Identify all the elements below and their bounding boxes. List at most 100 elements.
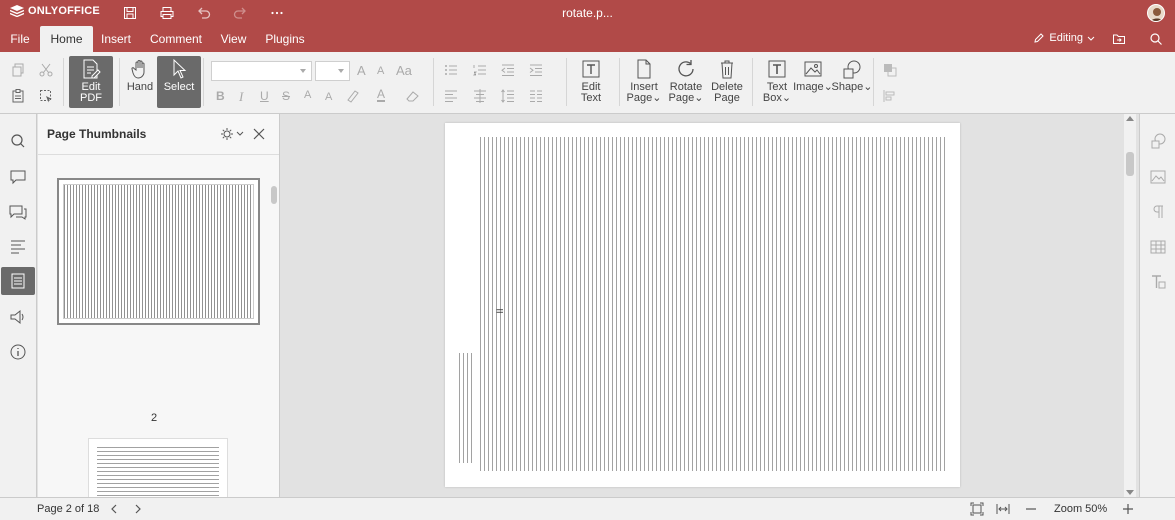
cut-icon[interactable] — [38, 62, 54, 78]
image-settings-icon[interactable] — [1149, 168, 1167, 186]
paste-icon[interactable] — [10, 88, 26, 104]
delete-page-button[interactable]: Delete Page — [705, 56, 749, 108]
edit-pdf-button[interactable]: Edit PDF — [69, 56, 113, 108]
editing-label: Editing — [1049, 32, 1083, 44]
comments-icon[interactable] — [8, 167, 28, 187]
thumbnail-content — [97, 447, 219, 497]
tab-comment[interactable]: Comment — [139, 26, 213, 52]
document-canvas[interactable]: II — [281, 114, 1139, 497]
rotated-text-block — [480, 137, 948, 471]
clear-style-icon[interactable] — [405, 88, 421, 104]
font-color-button[interactable]: A — [377, 88, 386, 102]
bullet-list-icon[interactable] — [443, 62, 459, 78]
document-page[interactable]: II — [445, 123, 960, 487]
decrease-font-button[interactable]: A — [377, 65, 384, 77]
insert-page-icon — [637, 59, 651, 79]
fit-width-icon[interactable] — [996, 502, 1010, 516]
scrollbar-thumb[interactable] — [1126, 152, 1134, 176]
select-tool-button[interactable]: Select — [157, 56, 201, 108]
page-thumbnail-next[interactable] — [88, 438, 228, 497]
about-icon[interactable] — [8, 342, 28, 362]
select-all-icon[interactable] — [38, 88, 54, 104]
close-icon[interactable] — [253, 128, 265, 140]
tab-file[interactable]: File — [0, 26, 40, 52]
cursor-icon — [173, 58, 187, 79]
tab-insert[interactable]: Insert — [93, 26, 139, 52]
zoom-level[interactable]: Zoom 50% — [1054, 503, 1107, 515]
tab-home[interactable]: Home — [40, 26, 93, 52]
next-page-icon[interactable] — [131, 502, 145, 516]
rotate-page-line2: Page⌄ — [668, 92, 704, 104]
page-footer-mark: II — [494, 308, 505, 314]
highlight-icon[interactable] — [345, 88, 361, 104]
status-bar: Page 2 of 18 Zoom 50% — [0, 497, 1175, 520]
edit-pdf-icon — [83, 59, 101, 79]
trash-icon — [721, 60, 733, 79]
thumbnails-icon — [11, 273, 25, 289]
underline-button[interactable]: U — [260, 89, 269, 103]
feedback-icon[interactable] — [8, 307, 28, 327]
select-label: Select — [163, 81, 195, 93]
hand-tool-button[interactable]: Hand — [118, 56, 162, 108]
increase-indent-icon[interactable] — [528, 62, 544, 78]
image-button[interactable]: Image⌄ — [791, 56, 835, 108]
insert-page-button[interactable]: Insert Page⌄ — [622, 56, 666, 108]
columns-icon[interactable] — [528, 88, 544, 104]
bold-button[interactable]: B — [216, 89, 225, 103]
numbered-list-icon[interactable] — [472, 62, 488, 78]
user-avatar[interactable] — [1147, 4, 1165, 22]
tab-view[interactable]: View — [213, 26, 254, 52]
superscript-button[interactable]: A — [304, 89, 311, 101]
font-name-dropdown[interactable] — [211, 61, 312, 81]
fit-page-icon[interactable] — [970, 502, 984, 516]
table-settings-icon[interactable] — [1149, 238, 1167, 256]
shape-label: Shape⌄ — [831, 81, 873, 93]
page-thumbnails-button[interactable] — [1, 267, 35, 295]
document-title: rotate.p... — [562, 6, 613, 20]
open-location-icon[interactable] — [1112, 32, 1126, 46]
subscript-button[interactable]: A — [325, 91, 332, 103]
align-objects-icon[interactable] — [882, 88, 898, 104]
arrange-icon[interactable] — [882, 62, 898, 78]
headings-icon[interactable] — [8, 236, 28, 256]
zoom-in-icon[interactable] — [1121, 502, 1135, 516]
font-size-dropdown[interactable] — [315, 61, 350, 81]
vertical-scrollbar[interactable] — [1124, 114, 1136, 497]
chat-icon[interactable] — [8, 202, 28, 222]
paragraph-settings-icon[interactable] — [1149, 203, 1167, 221]
previous-page-icon[interactable] — [107, 502, 121, 516]
rotated-text-block — [459, 353, 475, 463]
shape-button[interactable]: Shape⌄ — [830, 56, 874, 108]
zoom-out-icon[interactable] — [1024, 502, 1038, 516]
rotate-page-button[interactable]: Rotate Page⌄ — [664, 56, 708, 108]
thumbnail-page-number: 2 — [150, 412, 158, 424]
thumbnails-scrollbar[interactable] — [271, 186, 277, 204]
thumbnail-settings-icon[interactable] — [220, 127, 244, 141]
app-header: ONLYOFFICE rotate.p... — [0, 0, 1175, 26]
shape-settings-icon[interactable] — [1149, 132, 1167, 150]
editing-mode-button[interactable]: Editing — [1033, 32, 1095, 44]
search-icon[interactable] — [1149, 32, 1163, 46]
edit-text-icon — [582, 60, 600, 78]
text-art-settings-icon[interactable] — [1149, 273, 1167, 291]
page-indicator[interactable]: Page 2 of 18 — [37, 503, 99, 515]
page-thumbnail-current[interactable] — [57, 178, 260, 325]
align-center-icon[interactable] — [472, 88, 488, 104]
scroll-up-arrow[interactable] — [1126, 116, 1134, 121]
align-left-icon[interactable] — [443, 88, 459, 104]
change-case-button[interactable]: Aa — [396, 63, 412, 78]
scroll-down-arrow[interactable] — [1126, 490, 1134, 495]
copy-icon[interactable] — [10, 62, 26, 78]
line-spacing-icon[interactable] — [500, 88, 516, 104]
decrease-indent-icon[interactable] — [500, 62, 516, 78]
thumbnail-content — [63, 184, 254, 319]
search-icon[interactable] — [8, 131, 28, 151]
edit-text-line2: Text — [580, 92, 602, 104]
strikethrough-button[interactable]: S — [282, 89, 290, 103]
insert-page-line2: Page⌄ — [626, 92, 662, 104]
tab-plugins[interactable]: Plugins — [254, 26, 316, 52]
italic-button[interactable]: I — [239, 89, 243, 105]
edit-text-button[interactable]: Edit Text — [569, 56, 613, 108]
hand-label: Hand — [126, 81, 154, 93]
increase-font-button[interactable]: A — [357, 63, 366, 78]
